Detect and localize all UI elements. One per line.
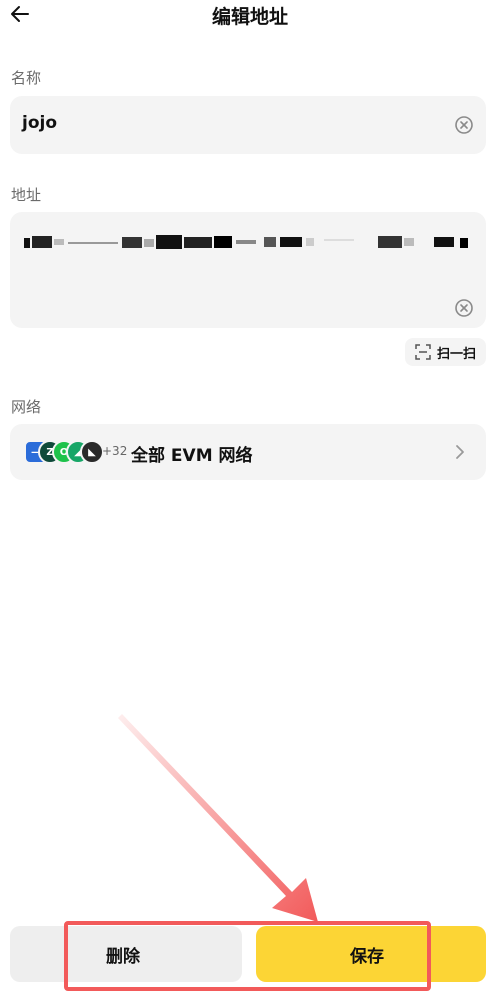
network-selector[interactable]: — Z O ◢ ◣ +32 全部 EVM 网络	[10, 424, 486, 480]
delete-button[interactable]: 删除	[10, 926, 242, 982]
scan-label: 扫一扫	[436, 346, 476, 362]
network-label: 网络	[11, 398, 42, 416]
annotation-arrow	[118, 714, 318, 922]
page-title: 编辑地址	[211, 6, 288, 28]
chevron-right-icon	[456, 445, 464, 459]
clear-circle-icon[interactable]	[454, 298, 474, 318]
name-field[interactable]: jojo	[10, 96, 486, 154]
chain-icons: — Z O ◢ ◣ +32	[24, 440, 134, 464]
name-label: 名称	[11, 69, 42, 87]
address-field[interactable]	[10, 212, 486, 328]
header: 编辑地址	[0, 0, 500, 30]
address-label: 地址	[11, 186, 42, 204]
chain-more-count: +32	[102, 444, 128, 458]
network-value: 全部 EVM 网络	[131, 446, 253, 466]
footer: 删除 保存	[0, 926, 500, 986]
clear-circle-icon[interactable]	[454, 115, 474, 135]
scan-button[interactable]: 扫一扫	[404, 338, 486, 366]
chain-dark-icon: ◣	[80, 440, 104, 464]
address-redacted	[24, 235, 468, 249]
save-button[interactable]: 保存	[256, 926, 486, 982]
name-value[interactable]: jojo	[22, 113, 57, 133]
scan-frame-icon	[415, 344, 431, 360]
